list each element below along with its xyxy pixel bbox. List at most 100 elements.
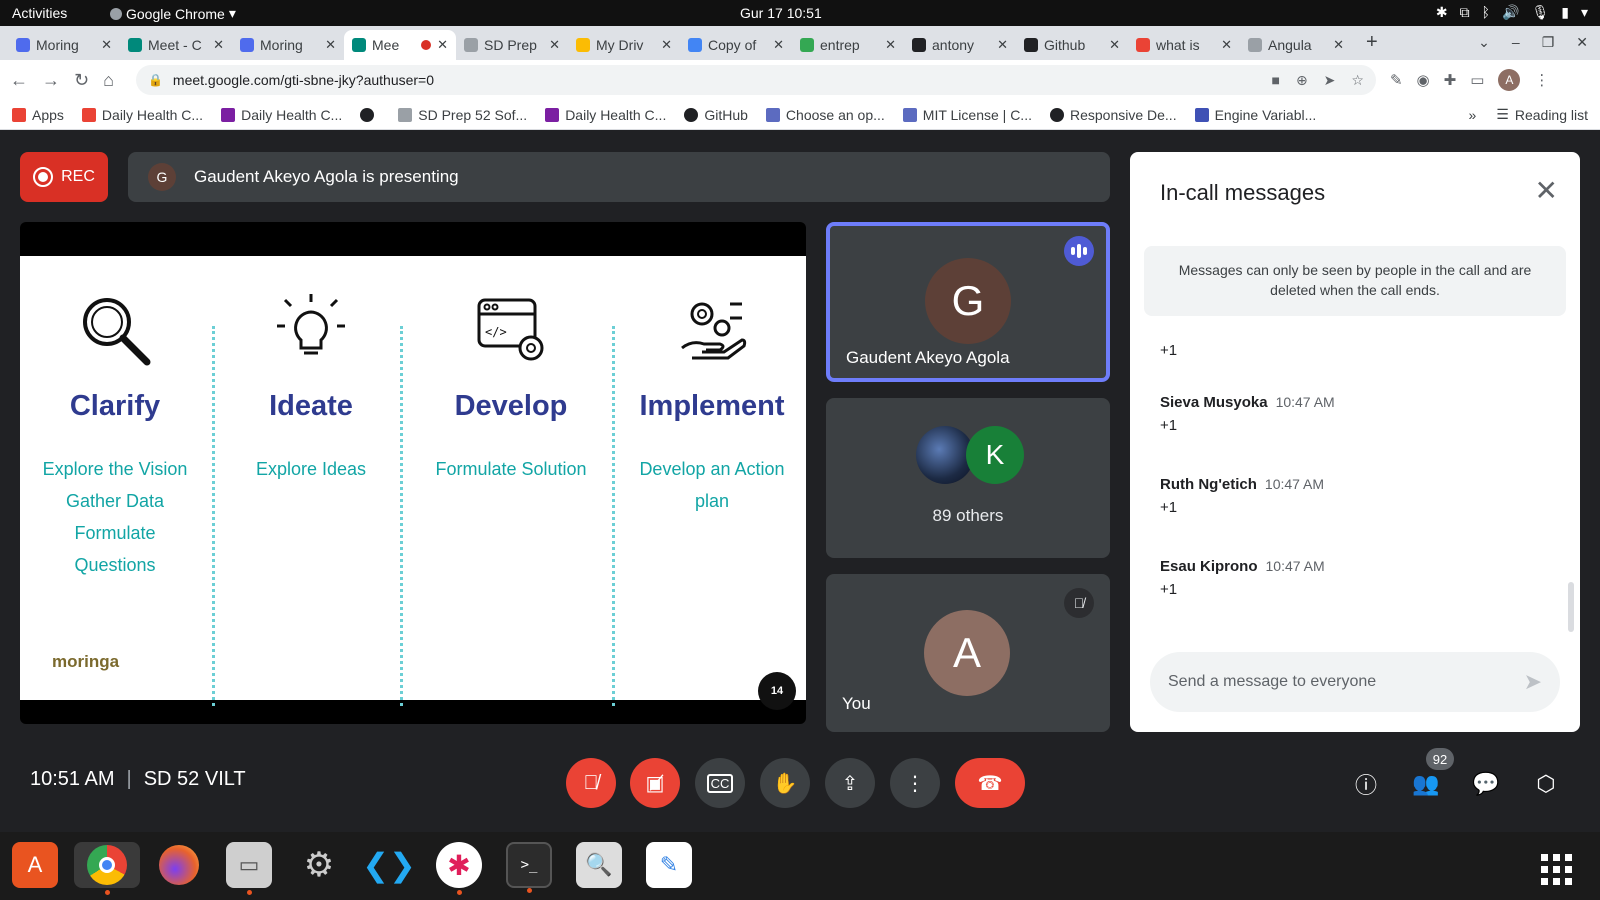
app-menu[interactable]: Google Chrome ▾ <box>110 5 236 22</box>
captions-button[interactable]: CC <box>695 758 745 808</box>
meeting-details-button[interactable]: ⓘ <box>1346 764 1386 804</box>
chat-button[interactable]: 💬 <box>1466 764 1506 804</box>
tab-close-icon[interactable]: ✕ <box>1221 37 1232 53</box>
tab-close-icon[interactable]: ✕ <box>885 37 896 53</box>
browser-tab[interactable]: Moring ✕ <box>232 30 344 60</box>
tab-close-icon[interactable]: ✕ <box>101 37 112 53</box>
system-tray[interactable]: ✱ ⧉ ᛒ 🔊 🎙 ▮ ▾ <box>1436 4 1588 21</box>
recording-badge[interactable]: REC <box>20 152 108 202</box>
slack-icon[interactable]: ✱ <box>436 842 482 895</box>
chat-scrollbar[interactable] <box>1568 582 1574 632</box>
more-bookmarks-button[interactable]: » <box>1468 107 1476 123</box>
bookmark-item[interactable]: Responsive De... <box>1049 107 1177 123</box>
bookmark-item[interactable]: Daily Health C... <box>545 107 666 123</box>
tab-close-icon[interactable]: ✕ <box>325 37 336 53</box>
screencast-extension-icon[interactable]: ◉ <box>1417 71 1430 89</box>
tab-close-icon[interactable]: ✕ <box>1333 37 1344 53</box>
leave-call-button[interactable]: ☎ <box>955 758 1025 808</box>
chrome-dock-icon[interactable] <box>74 842 140 895</box>
address-bar[interactable]: 🔒 meet.google.com/gti-sbne-jky?authuser=… <box>135 65 1376 95</box>
network-icon[interactable]: ⧉ <box>1460 4 1470 21</box>
camera-icon[interactable]: ■ <box>1271 72 1279 89</box>
participant-tile-others[interactable]: K 89 others <box>826 398 1110 558</box>
bookmark-apps[interactable]: Apps <box>12 107 64 123</box>
system-clock[interactable]: Gur 17 10:51 <box>740 5 822 21</box>
browser-tab[interactable]: Github ✕ <box>1016 30 1128 60</box>
bookmark-star-icon[interactable]: ☆ <box>1351 72 1364 89</box>
screenshot-icon[interactable]: 🔍 <box>576 842 622 888</box>
forward-button[interactable]: → <box>42 70 60 91</box>
home-button[interactable]: ⌂ <box>103 70 114 91</box>
zoom-icon[interactable]: ⊕ <box>1296 72 1308 89</box>
terminal-icon[interactable]: >_ <box>506 842 552 893</box>
minimize-button[interactable]: – <box>1512 34 1520 51</box>
people-button[interactable]: 👥 <box>1406 764 1446 804</box>
bookmark-item[interactable]: Engine Variabl... <box>1194 107 1316 123</box>
tab-close-icon[interactable]: ✕ <box>773 37 784 53</box>
vscode-icon[interactable]: ❮❯ <box>362 842 416 888</box>
browser-tab[interactable]: antony ✕ <box>904 30 1016 60</box>
browser-tab[interactable]: Moring ✕ <box>8 30 120 60</box>
microphone-toggle-button[interactable]: 🎙̸ <box>566 758 616 808</box>
browser-tab[interactable]: My Driv ✕ <box>568 30 680 60</box>
battery-icon[interactable]: ▮ <box>1561 4 1569 21</box>
settings-icon[interactable]: ⚙ <box>296 842 342 888</box>
extensions-puzzle-icon[interactable]: ✚ <box>1444 71 1457 89</box>
browser-tab[interactable]: SD Prep ✕ <box>456 30 568 60</box>
volume-icon[interactable]: 🔊 <box>1502 4 1519 21</box>
bookmark-item[interactable]: MIT License | C... <box>902 107 1032 123</box>
chat-message-input[interactable]: Send a message to everyone ➤ <box>1150 652 1560 712</box>
browser-tab[interactable]: Copy of ✕ <box>680 30 792 60</box>
microphone-icon[interactable]: 🎙 <box>1531 4 1549 21</box>
tab-close-icon[interactable]: ✕ <box>661 37 672 53</box>
slack-tray-icon[interactable]: ✱ <box>1436 4 1448 21</box>
send-icon[interactable]: ➤ <box>1524 669 1542 695</box>
reload-button[interactable]: ↻ <box>74 70 89 91</box>
camera-toggle-button[interactable]: ▣̸ <box>630 758 680 808</box>
profile-avatar[interactable]: A <box>1498 69 1521 91</box>
cast-icon[interactable]: ▭ <box>1470 71 1484 89</box>
browser-tab[interactable]: Angula ✕ <box>1240 30 1352 60</box>
bookmark-item[interactable]: GitHub <box>684 107 748 123</box>
close-icon[interactable]: ✕ <box>1535 174 1558 207</box>
restore-button[interactable]: ❐ <box>1542 34 1555 51</box>
activities-button[interactable]: Activities <box>12 5 67 21</box>
tab-close-icon[interactable]: ✕ <box>549 37 560 53</box>
reading-list-button[interactable]: ☰ Reading list <box>1496 106 1588 123</box>
bookmark-item[interactable]: Choose an op... <box>765 107 885 123</box>
tab-search-icon[interactable]: ⌄ <box>1478 34 1490 51</box>
bookmark-item[interactable]: Daily Health C... <box>81 107 203 123</box>
participant-tile-speaker[interactable]: G Gaudent Akeyo Agola <box>826 222 1110 382</box>
chrome-menu-icon[interactable]: ⋮ <box>1534 71 1549 89</box>
back-button[interactable]: ← <box>10 70 28 91</box>
tab-close-icon[interactable]: ✕ <box>997 37 1008 53</box>
present-screen-button[interactable]: ⇪ <box>825 758 875 808</box>
bluetooth-icon[interactable]: ᛒ <box>1482 4 1490 21</box>
raise-hand-button[interactable]: ✋ <box>760 758 810 808</box>
tab-close-icon[interactable]: ✕ <box>1109 37 1120 53</box>
bookmark-item[interactable]: Daily Health C... <box>221 107 342 123</box>
more-options-button[interactable]: ⋮ <box>890 758 940 808</box>
bookmark-item[interactable] <box>360 107 380 122</box>
new-tab-button[interactable]: + <box>1366 31 1378 54</box>
activities-button[interactable]: ⬡ <box>1526 764 1566 804</box>
files-icon[interactable]: ▭ <box>226 842 272 895</box>
tab-close-icon[interactable]: ✕ <box>437 37 448 53</box>
text-editor-icon[interactable]: ✎ <box>646 842 692 888</box>
presentation-stage[interactable]: Clarify Explore the Vision Gather Data For… <box>20 222 806 724</box>
lock-icon[interactable]: 🔒 <box>148 73 163 87</box>
browser-tab-active[interactable]: Mee ✕ <box>344 30 456 60</box>
browser-tab[interactable]: entrep ✕ <box>792 30 904 60</box>
software-center-icon[interactable]: A <box>12 842 58 888</box>
send-icon[interactable]: ➤ <box>1324 72 1336 89</box>
show-applications-icon[interactable] <box>1541 854 1572 885</box>
participant-tile-self[interactable]: 🎙̸ A You <box>826 574 1110 732</box>
close-window-button[interactable]: ✕ <box>1576 34 1588 51</box>
power-menu-icon[interactable]: ▾ <box>1581 4 1588 21</box>
pen-extension-icon[interactable]: ✎ <box>1390 71 1403 89</box>
browser-tab[interactable]: Meet - C ✕ <box>120 30 232 60</box>
bookmark-item[interactable]: SD Prep 52 Sof... <box>398 107 527 123</box>
browser-tab[interactable]: what is ✕ <box>1128 30 1240 60</box>
firefox-icon[interactable] <box>156 842 202 888</box>
tab-close-icon[interactable]: ✕ <box>213 37 224 53</box>
